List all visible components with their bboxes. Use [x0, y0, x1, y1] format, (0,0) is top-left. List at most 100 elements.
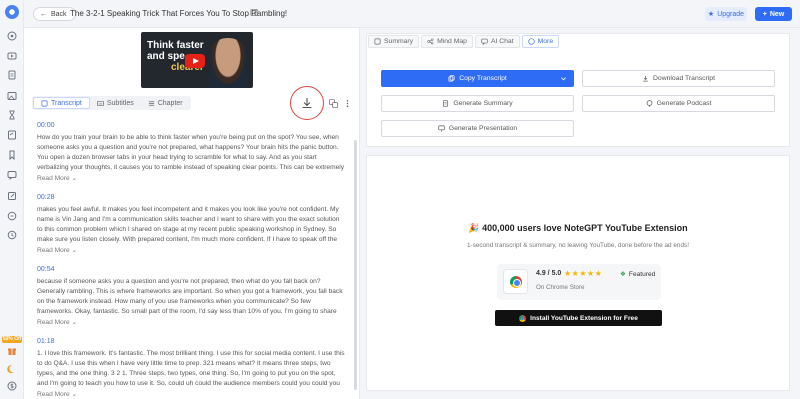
presentation-icon [438, 125, 445, 132]
chrome-store-badge [503, 269, 528, 294]
summary-doc-icon [443, 100, 449, 107]
tab-transcript[interactable]: Transcript [33, 97, 90, 109]
download-transcript-button[interactable]: Download Transcript [582, 70, 775, 87]
podcast-icon [646, 100, 652, 107]
edit-note-icon[interactable] [7, 191, 17, 201]
read-more-label: Read More [37, 319, 70, 326]
segment-text: 1. I love this framework. It's fantastic… [37, 350, 345, 387]
presenter-image [209, 38, 247, 88]
generate-podcast-button[interactable]: Generate Podcast [582, 95, 775, 112]
tab-more-label: More [537, 38, 554, 45]
transcript-segment: 00:00 How do you train your brain to be … [37, 122, 345, 182]
generate-summary-label: Generate Summary [453, 100, 513, 107]
segment-text: How do you train your brain to be able t… [37, 134, 345, 171]
upgrade-button[interactable]: ★ Upgrade [705, 7, 747, 21]
generate-presentation-button[interactable]: Generate Presentation [381, 120, 574, 137]
transcript-segment: 00:54 because if someone asks you a ques… [37, 266, 345, 326]
list-icon [148, 100, 154, 106]
promo-title-text: 400,000 users love NoteGPT YouTube Exten… [482, 223, 688, 233]
actions-panel: Summary Mind Map AI Chat More Copy Trans… [366, 33, 790, 147]
generate-podcast-label: Generate Podcast [656, 100, 712, 107]
transcript-icon [41, 100, 48, 106]
subtitles-icon [96, 100, 104, 106]
translate-icon[interactable] [329, 99, 338, 108]
tab-subtitles-label: Subtitles [106, 99, 134, 107]
document-icon[interactable] [7, 70, 17, 80]
notes-icon[interactable] [7, 130, 17, 140]
install-extension-button[interactable]: Install YouTube Extension for Free [495, 310, 662, 326]
summary-icon [374, 38, 381, 45]
copy-transcript-label: Copy Transcript [459, 75, 507, 82]
copy-icon [448, 75, 455, 82]
mind-map-icon [427, 38, 434, 45]
install-label: Install YouTube Extension for Free [530, 314, 638, 322]
download-button[interactable] [290, 86, 324, 120]
thumb-text-1: Think faster [147, 40, 204, 51]
tab-chapter[interactable]: Chapter [141, 97, 190, 109]
tab-subtitles[interactable]: Subtitles [90, 97, 141, 109]
gift-icon[interactable] [7, 346, 17, 356]
rating-stars: ★★★★★ [564, 269, 603, 278]
chrome-icon [519, 314, 527, 322]
copy-transcript-button[interactable]: Copy Transcript [381, 70, 574, 87]
bookmark-icon[interactable] [7, 150, 17, 160]
rating-score: 4.9 / 5.0 [536, 270, 562, 277]
youtube-play-icon[interactable] [185, 54, 205, 68]
generate-presentation-label: Generate Presentation [448, 125, 518, 132]
transcript-tabs: Transcript Subtitles Chapter [32, 96, 191, 110]
video-icon[interactable] [7, 51, 17, 61]
app-logo[interactable] [5, 5, 19, 19]
timestamp[interactable]: 00:54 [37, 266, 345, 273]
timestamp[interactable]: 00:28 [37, 194, 345, 201]
download-transcript-label: Download Transcript [653, 75, 715, 82]
image-icon[interactable] [7, 91, 17, 101]
generate-summary-button[interactable]: Generate Summary [381, 95, 574, 112]
new-button[interactable]: + New [755, 7, 792, 21]
plus-icon: + [762, 10, 767, 18]
dollar-icon[interactable] [7, 381, 17, 391]
tab-chapter-label: Chapter [157, 99, 183, 107]
read-more-link[interactable]: Read More ⌄ [37, 174, 345, 182]
featured-badge: ❖ Featured [620, 270, 656, 279]
read-more-label: Read More [37, 391, 70, 398]
edit-icon[interactable] [250, 8, 259, 17]
more-vertical-icon[interactable] [343, 99, 352, 108]
discount-badge[interactable]: 50% Off [2, 336, 22, 343]
feature-tabs: Summary Mind Map AI Chat More [367, 34, 560, 49]
chat-icon[interactable] [7, 170, 17, 180]
top-bar: ← Back The 3-2-1 Speaking Trick That For… [24, 0, 800, 28]
transcript-segment: 01:18 1. I love this framework. It's fan… [37, 338, 345, 398]
tab-summary-label: Summary [384, 38, 414, 45]
message-icon[interactable] [7, 211, 17, 221]
tab-ai-chat[interactable]: AI Chat [474, 35, 520, 48]
hourglass-icon[interactable] [7, 110, 17, 120]
tab-mind-map[interactable]: Mind Map [421, 35, 473, 48]
chevron-down-icon: ⌄ [71, 175, 77, 182]
timestamp[interactable]: 00:00 [37, 122, 345, 129]
party-icon: 🎉 [468, 223, 480, 233]
timestamp[interactable]: 01:18 [37, 338, 345, 345]
read-more-label: Read More [37, 175, 70, 182]
tab-summary[interactable]: Summary [368, 35, 420, 48]
read-more-link[interactable]: Read More ⌄ [37, 390, 345, 398]
chevron-down-icon [561, 77, 566, 81]
extension-promo-panel: 🎉 400,000 users love NoteGPT YouTube Ext… [366, 155, 790, 391]
left-sidebar: 50% Off [0, 0, 24, 399]
tab-more[interactable]: More [521, 35, 560, 48]
read-more-link[interactable]: Read More ⌄ [37, 318, 345, 326]
read-more-link[interactable]: Read More ⌄ [37, 246, 345, 254]
chevron-down-icon: ⌄ [71, 391, 77, 398]
download-icon [302, 98, 312, 109]
featured-label: Featured [628, 270, 656, 278]
transcript-scrollbar[interactable] [354, 140, 357, 390]
transcript-segment: 00:28 makes you feel awful. It makes you… [37, 194, 345, 254]
home-icon[interactable] [7, 31, 17, 41]
tab-transcript-label: Transcript [51, 99, 82, 107]
history-icon[interactable] [7, 230, 17, 240]
moon-icon[interactable] [7, 364, 17, 374]
chevron-down-icon: ⌄ [71, 319, 77, 326]
video-thumbnail[interactable]: Think faster and spe clearer [141, 32, 253, 88]
segment-text: because if someone asks you a question a… [37, 278, 343, 315]
store-name: On Chrome Store [536, 284, 585, 291]
thumb-text-2: and spe [147, 51, 185, 62]
